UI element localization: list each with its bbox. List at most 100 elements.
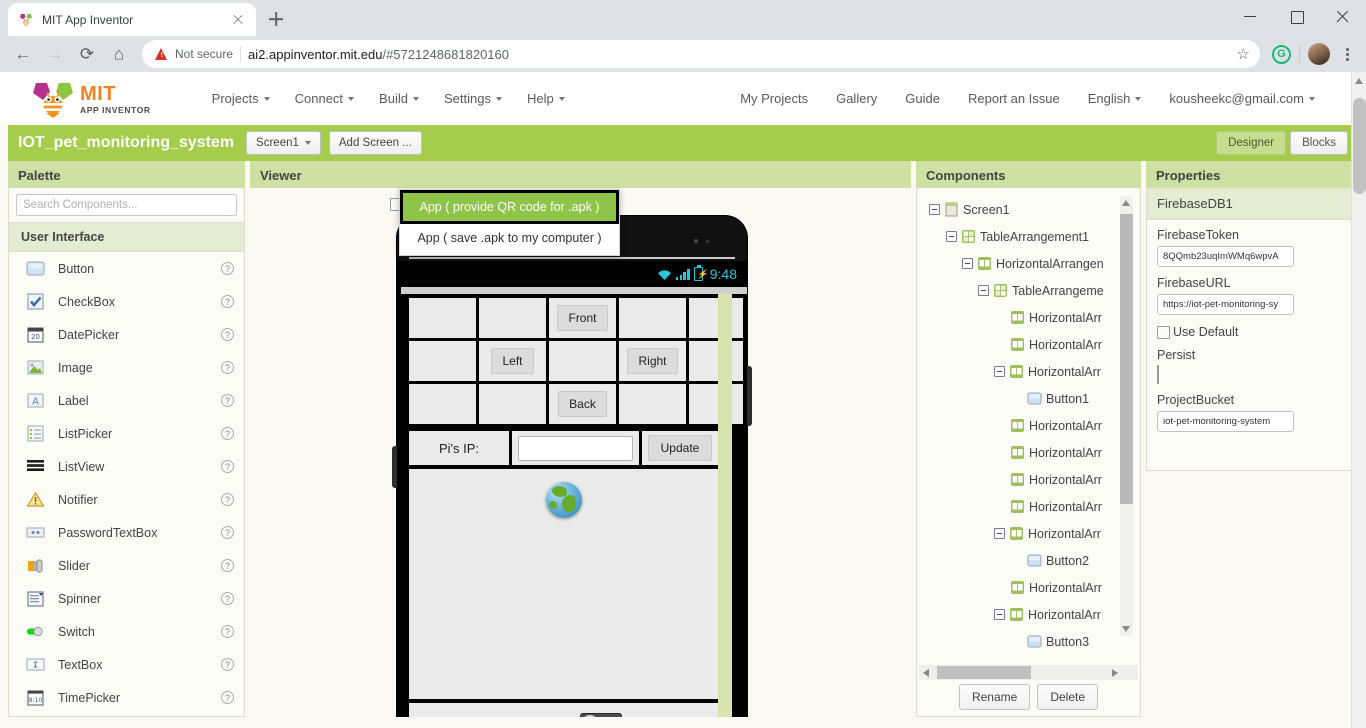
menu-help[interactable]: Help bbox=[516, 85, 576, 112]
tree-node-horizontalarrangement[interactable]: HorizontalArr bbox=[917, 304, 1140, 331]
tree-node-tablearrangement[interactable]: TableArrangeme bbox=[917, 277, 1140, 304]
link-my-projects[interactable]: My Projects bbox=[727, 85, 821, 112]
back-button[interactable]: Back bbox=[558, 391, 607, 417]
tree-node-button3[interactable]: Button3 bbox=[917, 628, 1140, 655]
help-icon[interactable]: ? bbox=[221, 526, 234, 539]
forward-button[interactable]: → bbox=[40, 39, 70, 69]
palette-item-textbox[interactable]: TextBox ? bbox=[9, 648, 244, 681]
palette-item-listpicker[interactable]: ListPicker ? bbox=[9, 417, 244, 450]
add-screen-button[interactable]: Add Screen ... bbox=[329, 131, 422, 155]
close-window-button[interactable] bbox=[1320, 0, 1366, 32]
tree-node-horizontalarrangement[interactable]: HorizontalArr bbox=[917, 439, 1140, 466]
help-icon[interactable]: ? bbox=[221, 328, 234, 341]
tree-node-horizontalarrangement[interactable]: HorizontalArr bbox=[917, 412, 1140, 439]
maximize-button[interactable] bbox=[1274, 0, 1320, 32]
palette-category-user-interface[interactable]: User Interface bbox=[9, 222, 244, 252]
projectbucket-input[interactable]: iot-pet-monitoring-system bbox=[1157, 411, 1294, 432]
collapse-icon[interactable] bbox=[994, 609, 1005, 620]
palette-item-listview[interactable]: ListView ? bbox=[9, 450, 244, 483]
palette-item-timepicker[interactable]: 8:10 TimePicker ? bbox=[9, 681, 244, 714]
update-button[interactable]: Update bbox=[648, 435, 713, 461]
palette-item-spinner[interactable]: Spinner ? bbox=[9, 582, 244, 615]
tree-node-horizontalarrangement[interactable]: HorizontalArr bbox=[917, 358, 1140, 385]
treat-bowl-toggle[interactable] bbox=[580, 713, 622, 717]
tree-node-horizontalarrangement[interactable]: HorizontalArrangen bbox=[917, 250, 1140, 277]
use-default-row[interactable]: Use Default bbox=[1157, 325, 1347, 339]
front-button[interactable]: Front bbox=[557, 305, 607, 331]
left-button[interactable]: Left bbox=[491, 348, 533, 374]
delete-button[interactable]: Delete bbox=[1037, 684, 1098, 710]
collapse-icon[interactable] bbox=[929, 204, 940, 215]
tree-node-tablearrangement1[interactable]: TableArrangement1 bbox=[917, 223, 1140, 250]
help-icon[interactable]: ? bbox=[221, 691, 234, 704]
scroll-thumb[interactable] bbox=[1120, 214, 1133, 504]
tree-node-horizontalarrangement[interactable]: HorizontalArr bbox=[917, 493, 1140, 520]
scroll-left-arrow-icon[interactable] bbox=[923, 669, 929, 677]
tree-node-horizontalarrangement[interactable]: HorizontalArr bbox=[917, 601, 1140, 628]
tab-blocks[interactable]: Blocks bbox=[1290, 131, 1348, 155]
scroll-thumb[interactable] bbox=[1353, 98, 1366, 194]
use-default-checkbox[interactable] bbox=[1157, 326, 1170, 339]
help-icon[interactable]: ? bbox=[221, 625, 234, 638]
tree-node-horizontalarrangement[interactable]: HorizontalArr bbox=[917, 574, 1140, 601]
collapse-icon[interactable] bbox=[978, 285, 989, 296]
link-guide[interactable]: Guide bbox=[892, 85, 953, 112]
collapse-icon[interactable] bbox=[994, 528, 1005, 539]
help-icon[interactable]: ? bbox=[221, 658, 234, 671]
help-icon[interactable]: ? bbox=[221, 493, 234, 506]
right-button[interactable]: Right bbox=[627, 348, 677, 374]
chrome-menu-icon[interactable] bbox=[1336, 43, 1358, 65]
new-tab-button[interactable] bbox=[262, 5, 290, 33]
help-icon[interactable]: ? bbox=[221, 394, 234, 407]
minimize-button[interactable] bbox=[1228, 0, 1274, 32]
back-button[interactable]: ← bbox=[8, 39, 38, 69]
help-icon[interactable]: ? bbox=[221, 559, 234, 572]
scroll-right-arrow-icon[interactable] bbox=[1112, 669, 1118, 677]
help-icon[interactable]: ? bbox=[221, 592, 234, 605]
tree-node-button2[interactable]: Button2 bbox=[917, 547, 1140, 574]
avatar[interactable] bbox=[1308, 43, 1330, 65]
help-icon[interactable]: ? bbox=[221, 295, 234, 308]
collapse-icon[interactable] bbox=[994, 366, 1005, 377]
page-scrollbar[interactable] bbox=[1351, 72, 1366, 728]
palette-item-datepicker[interactable]: 20 DatePicker ? bbox=[9, 318, 244, 351]
language-selector[interactable]: English bbox=[1075, 85, 1155, 112]
firebaseurl-input[interactable]: https://iot-pet-monitoring-sy bbox=[1157, 294, 1294, 315]
scroll-up-arrow-icon[interactable] bbox=[1122, 200, 1130, 206]
palette-item-slider[interactable]: Slider ? bbox=[9, 549, 244, 582]
browser-tab[interactable]: MIT App Inventor bbox=[8, 3, 256, 36]
tree-horizontal-scrollbar[interactable] bbox=[919, 665, 1138, 680]
home-button[interactable]: ⌂ bbox=[104, 39, 134, 69]
menu-connect[interactable]: Connect bbox=[284, 85, 365, 112]
bookmark-star-icon[interactable]: ☆ bbox=[1237, 45, 1254, 63]
reload-button[interactable]: ⟳ bbox=[72, 39, 102, 69]
firebasetoken-input[interactable]: 8QQmb23uqImWMq6wpvA bbox=[1157, 246, 1294, 267]
tree-node-button1[interactable]: Button1 bbox=[917, 385, 1140, 412]
menu-settings[interactable]: Settings bbox=[433, 85, 513, 112]
rename-button[interactable]: Rename bbox=[959, 684, 1030, 710]
build-menu-item-apk[interactable]: App ( save .apk to my computer ) bbox=[400, 224, 619, 252]
close-tab-icon[interactable] bbox=[230, 12, 246, 28]
collapse-icon[interactable] bbox=[962, 258, 973, 269]
palette-item-label[interactable]: A Label ? bbox=[9, 384, 244, 417]
tree-vertical-scrollbar[interactable] bbox=[1120, 196, 1133, 636]
tab-designer[interactable]: Designer bbox=[1216, 131, 1286, 155]
app-logo[interactable]: MIT APP INVENTOR bbox=[30, 80, 151, 118]
tree-node-horizontalarrangement[interactable]: HorizontalArr bbox=[917, 520, 1140, 547]
palette-item-button[interactable]: Button ? bbox=[9, 252, 244, 285]
account-menu[interactable]: kousheekc@gmail.com bbox=[1156, 85, 1328, 112]
scroll-thumb[interactable] bbox=[937, 666, 1031, 679]
ip-textbox[interactable] bbox=[518, 436, 633, 461]
collapse-icon[interactable] bbox=[946, 231, 957, 242]
profile-badge-icon[interactable]: G bbox=[1272, 45, 1291, 64]
persist-checkbox[interactable] bbox=[1157, 365, 1159, 384]
palette-item-switch[interactable]: Switch ? bbox=[9, 615, 244, 648]
link-gallery[interactable]: Gallery bbox=[823, 85, 890, 112]
help-icon[interactable]: ? bbox=[221, 361, 234, 374]
phone-screen-scrollbar[interactable] bbox=[718, 294, 732, 717]
tree-node-screen1[interactable]: Screen1 bbox=[917, 196, 1140, 223]
palette-item-notifier[interactable]: Notifier ? bbox=[9, 483, 244, 516]
scroll-up-arrow-icon[interactable] bbox=[1355, 78, 1363, 84]
palette-item-image[interactable]: Image ? bbox=[9, 351, 244, 384]
help-icon[interactable]: ? bbox=[221, 460, 234, 473]
